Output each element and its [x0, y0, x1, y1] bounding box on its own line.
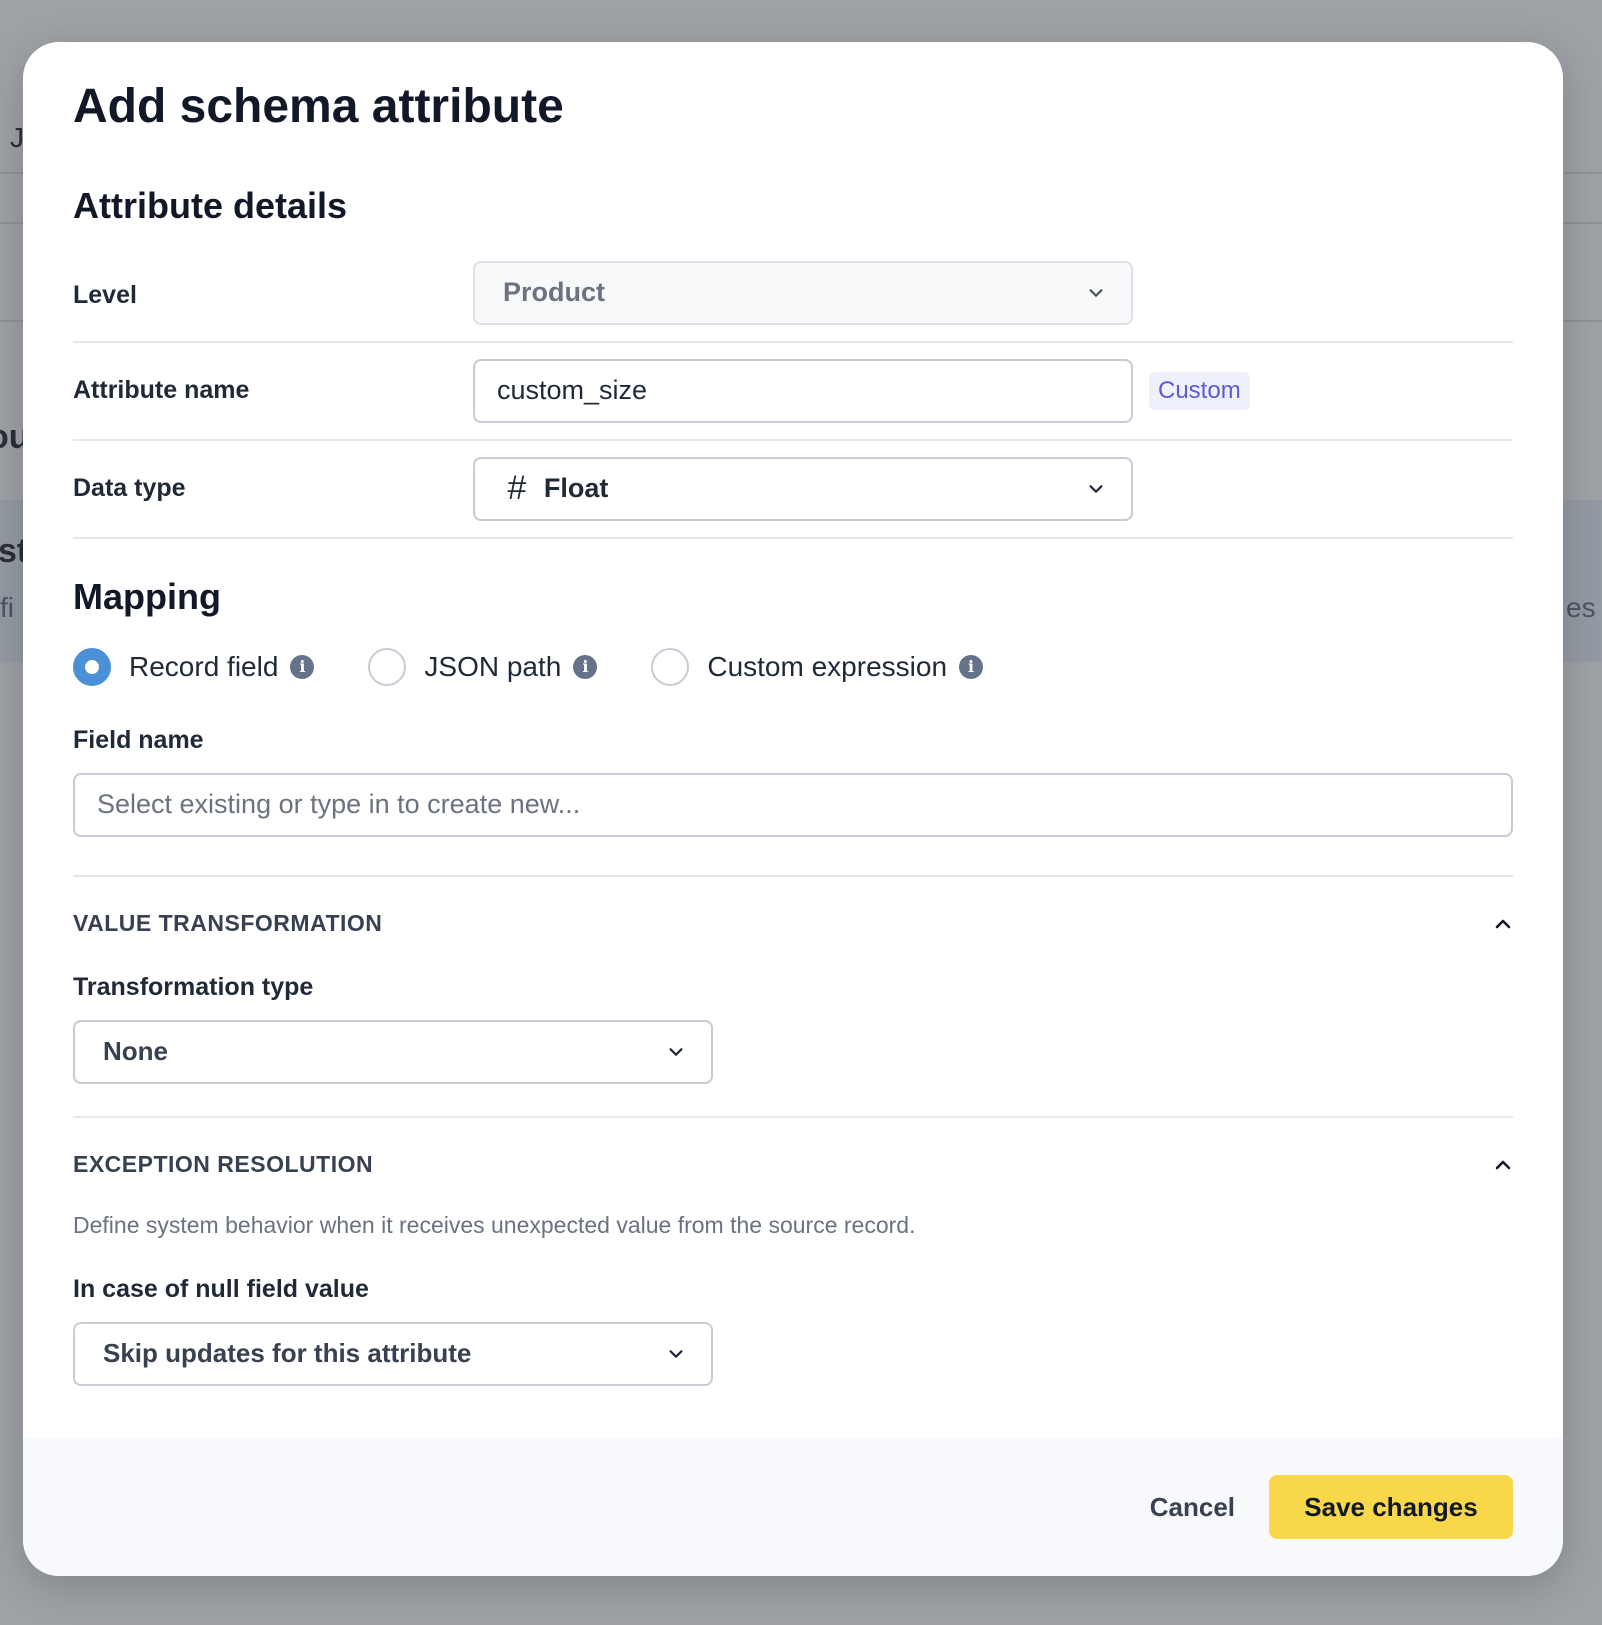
radio-button[interactable] [368, 647, 407, 686]
level-value: Product [503, 277, 606, 308]
radio-button[interactable] [73, 647, 111, 686]
chevron-down-icon [669, 1350, 683, 1358]
radio-label: Custom expression [707, 650, 948, 682]
mapping-section: Mapping Record field i JSON path i Custo… [73, 575, 1513, 837]
radio-json-path[interactable]: JSON path i [368, 647, 598, 686]
radio-label: JSON path [424, 650, 562, 682]
bg-text-fragment: fi [0, 592, 14, 623]
data-type-value: Float [543, 473, 609, 504]
transformation-type-select[interactable]: None [73, 1019, 713, 1084]
chevron-down-icon [1089, 485, 1103, 493]
null-value-value: Skip updates for this attribute [103, 1338, 472, 1369]
attribute-name-label: Attribute name [73, 376, 250, 405]
radio-record-field[interactable]: Record field i [73, 647, 315, 686]
info-icon[interactable]: i [573, 654, 598, 679]
level-select: Product [473, 260, 1133, 325]
attribute-name-row: Attribute name custom_size Custom [73, 343, 1513, 441]
info-icon[interactable]: i [290, 654, 315, 679]
mapping-radio-group: Record field i JSON path i Custom expres… [73, 647, 1513, 686]
attribute-details-title: Attribute details [73, 184, 348, 226]
data-type-select[interactable]: # Float [473, 456, 1133, 521]
exception-resolution-body: Define system behavior when it receives … [73, 1212, 1513, 1386]
custom-badge: Custom [1149, 371, 1250, 410]
level-row: Level Product [73, 260, 1513, 343]
data-type-row: Data type # Float [73, 441, 1513, 539]
exception-resolution-header[interactable]: EXCEPTION RESOLUTION [73, 1118, 1513, 1212]
radio-button[interactable] [651, 647, 690, 686]
attribute-name-value: custom_size [497, 375, 648, 406]
mapping-title: Mapping [73, 575, 221, 617]
transformation-type-value: None [103, 1036, 168, 1067]
bg-text-fragment: J [10, 122, 24, 153]
bg-text-fragment: es [1566, 592, 1596, 623]
chevron-down-icon [669, 1048, 683, 1056]
modal-footer: Cancel Save changes [23, 1438, 1563, 1576]
null-value-select[interactable]: Skip updates for this attribute [73, 1321, 713, 1386]
exception-description: Define system behavior when it receives … [73, 1211, 916, 1238]
value-transformation-body: Transformation type None [73, 973, 1513, 1084]
data-type-label: Data type [73, 474, 186, 503]
radio-custom-expression[interactable]: Custom expression i [651, 647, 984, 686]
modal-body: Add schema attribute Attribute details L… [23, 42, 1563, 1438]
chevron-down-icon [1089, 289, 1103, 297]
value-transformation-title: VALUE TRANSFORMATION [73, 910, 383, 937]
modal-title: Add schema attribute [73, 80, 564, 133]
chevron-up-icon[interactable] [1493, 1155, 1513, 1175]
info-icon[interactable]: i [959, 654, 984, 679]
value-transformation-header[interactable]: VALUE TRANSFORMATION [73, 877, 1513, 971]
level-label: Level [73, 280, 137, 309]
add-attribute-modal: Add schema attribute Attribute details L… [23, 42, 1563, 1576]
exception-resolution-title: EXCEPTION RESOLUTION [73, 1151, 374, 1178]
attribute-name-input[interactable]: custom_size [473, 358, 1133, 423]
field-name-placeholder: Select existing or type in to create new… [97, 789, 581, 820]
chevron-up-icon[interactable] [1493, 914, 1513, 934]
null-value-label: In case of null field value [73, 1274, 369, 1303]
field-name-label: Field name [73, 725, 204, 754]
save-changes-button[interactable]: Save changes [1269, 1475, 1513, 1539]
transformation-type-label: Transformation type [73, 972, 314, 1001]
cancel-button[interactable]: Cancel [1150, 1492, 1235, 1523]
hash-icon: # [507, 469, 526, 508]
field-name-input[interactable]: Select existing or type in to create new… [73, 772, 1513, 837]
radio-label: Record field [129, 650, 279, 682]
